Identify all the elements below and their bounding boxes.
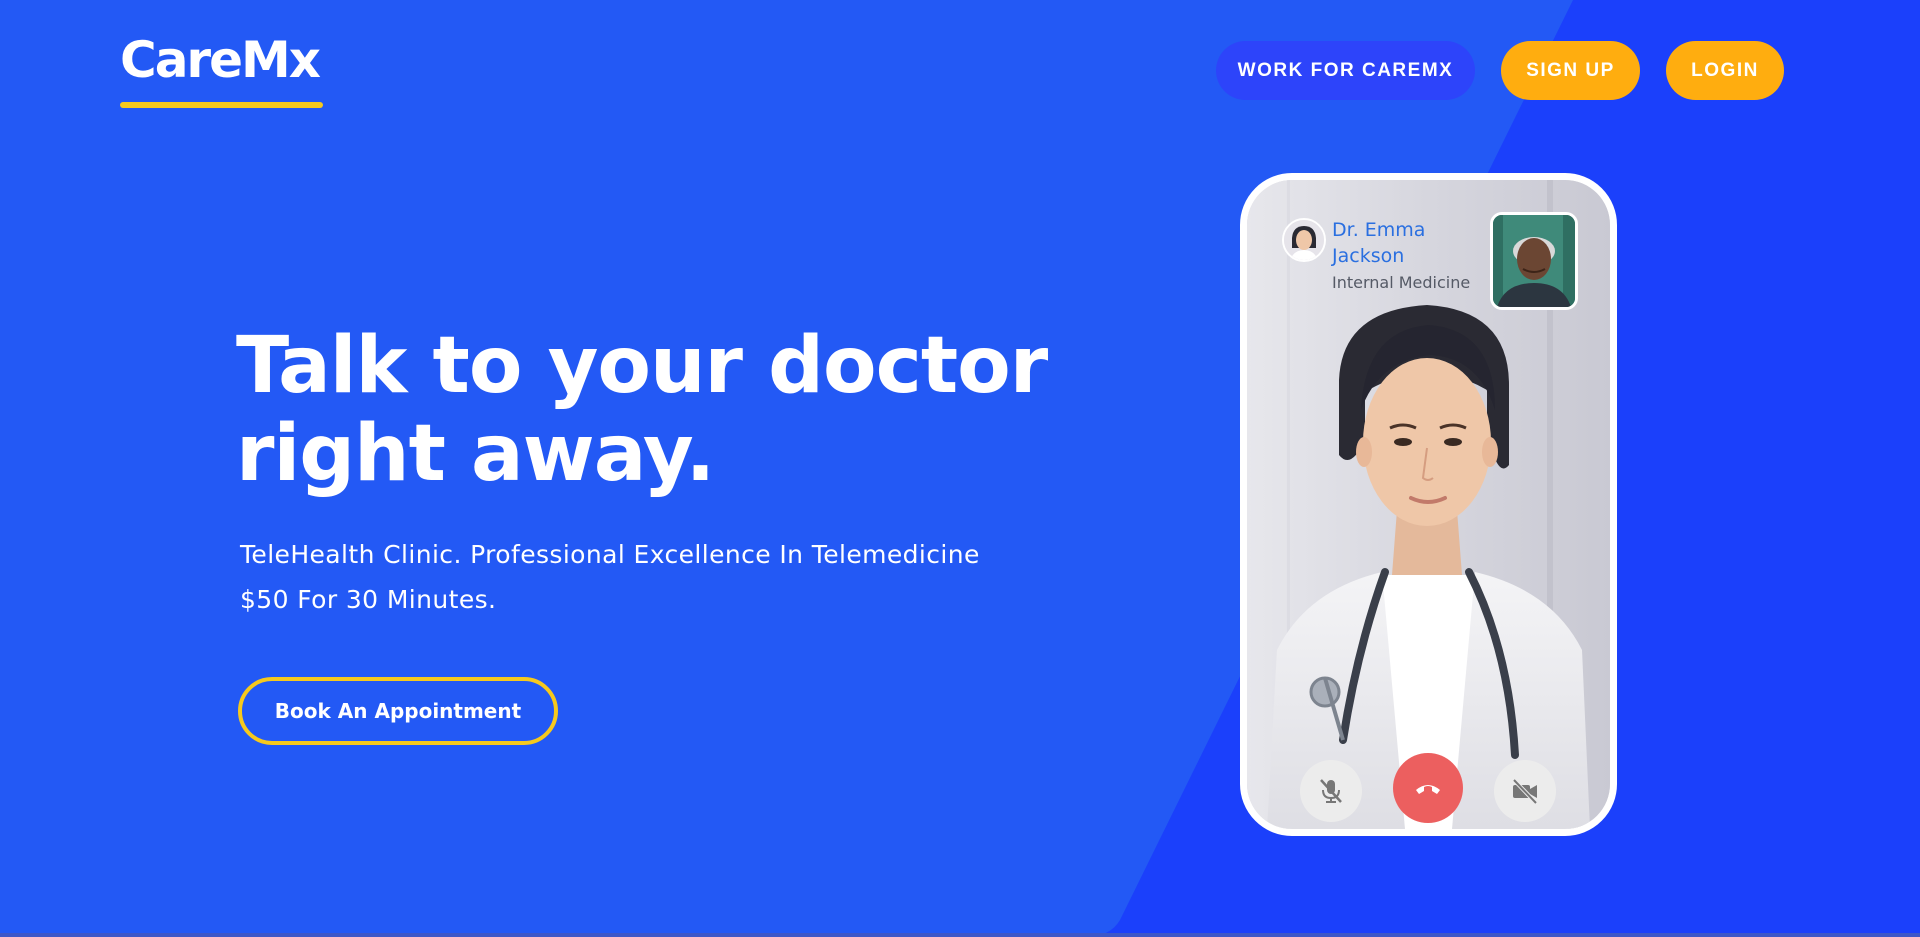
doctor-specialty: Internal Medicine xyxy=(1332,273,1471,292)
book-appointment-button[interactable]: Book An Appointment xyxy=(238,677,558,745)
hero-subtitle: TeleHealth Clinic. Professional Excellen… xyxy=(240,540,980,569)
sign-up-button[interactable]: SIGN UP xyxy=(1501,41,1640,100)
logo-underline xyxy=(120,102,323,108)
video-off-icon xyxy=(1512,778,1538,805)
hero-title: Talk to your doctor right away. xyxy=(236,322,1056,498)
doctor-name: Dr. Emma Jackson xyxy=(1332,219,1426,267)
mic-off-icon xyxy=(1320,779,1342,803)
hero-price: $50 For 30 Minutes. xyxy=(240,585,497,614)
video-toggle-button[interactable] xyxy=(1494,760,1556,822)
bottom-strip xyxy=(0,933,1920,937)
video-call-mockup: Dr. Emma Jackson Internal Medicine xyxy=(1240,173,1617,836)
end-call-icon xyxy=(1416,785,1440,794)
hero-title-line2: right away. xyxy=(236,409,715,499)
patient-pip-video[interactable] xyxy=(1490,212,1578,310)
doctor-avatar xyxy=(1282,218,1326,262)
work-for-caremx-button[interactable]: WORK FOR CAREMX xyxy=(1216,41,1475,100)
login-button[interactable]: LOGIN xyxy=(1666,41,1784,100)
mute-button[interactable] xyxy=(1300,760,1362,822)
end-call-button[interactable] xyxy=(1393,753,1463,823)
hero-title-line1: Talk to your doctor xyxy=(236,321,1048,411)
brand-logo[interactable]: CareMx xyxy=(120,30,321,90)
